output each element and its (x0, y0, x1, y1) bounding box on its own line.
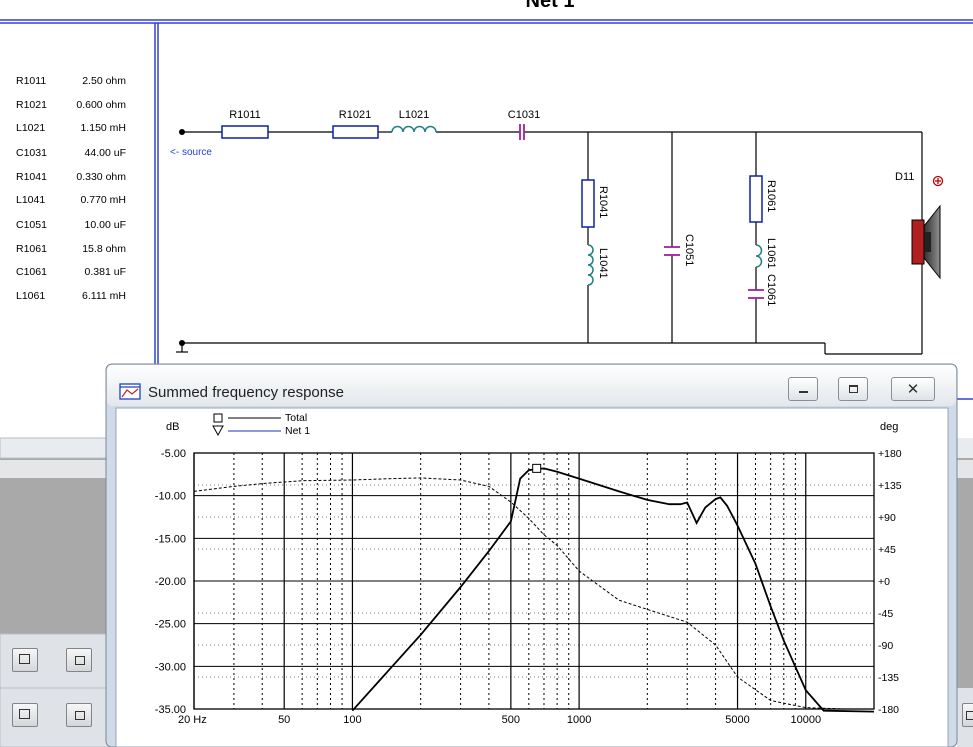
part-name: L1061 (16, 290, 45, 302)
restore-icon (19, 654, 30, 664)
legend-label-net1: Net 1 (285, 425, 310, 437)
schematic-wires (176, 131, 923, 355)
series-marker-total (532, 463, 542, 473)
part-value: 15.8 ohm (82, 243, 126, 255)
x-tick-label: 1000 (567, 714, 591, 726)
minimize-icon (799, 391, 808, 393)
legend-label-total: Total (285, 412, 307, 424)
part-value: 0.770 mH (80, 194, 126, 206)
part-name: C1051 (16, 219, 47, 231)
y-tick-label-left: -30.00 (155, 661, 186, 673)
y-tick-label-right: +90 (878, 512, 896, 524)
y-tick-label-right: +135 (878, 480, 902, 492)
x-tick-label: 20 Hz (178, 714, 207, 726)
x-tick-label: 5000 (725, 714, 749, 726)
label-l1041: L1041 (597, 248, 609, 279)
speaker-icon[interactable] (911, 204, 941, 280)
label-l1061: L1061 (765, 238, 777, 269)
label-r1021: R1021 (339, 109, 371, 121)
capacitor-c1061[interactable] (748, 289, 764, 299)
part-name: R1041 (16, 171, 47, 183)
y-tick-label-left: -20.00 (155, 576, 186, 588)
window-title: Summed frequency response (148, 384, 344, 401)
y-tick-label-right: -45 (878, 608, 893, 620)
y-axis-left-label: dB (166, 421, 179, 433)
label-r1041: R1041 (597, 186, 609, 218)
y-tick-label-right: +45 (878, 544, 896, 556)
x-tick-label: 50 (278, 714, 290, 726)
label-c1051: C1051 (683, 234, 695, 266)
positive-terminal-icon (932, 175, 944, 187)
maximize-icon (966, 711, 973, 720)
resistor-r1021[interactable] (332, 125, 379, 139)
part-value: 0.600 ohm (76, 99, 126, 111)
resistor-r1041[interactable] (581, 179, 595, 228)
part-name: R1061 (16, 243, 47, 255)
label-l1021: L1021 (399, 109, 430, 121)
part-value: 6.111 mH (82, 290, 126, 302)
part-value: 1.150 mH (80, 122, 126, 134)
maximize-icon (849, 385, 858, 393)
source-terminal-dot (179, 129, 185, 135)
maximize-button-3[interactable] (66, 703, 92, 727)
inductor-l1061[interactable] (755, 244, 763, 268)
part-name: L1021 (16, 122, 45, 134)
minimize-button[interactable] (788, 377, 818, 401)
chart-window-icon (119, 383, 141, 400)
restore-icon (19, 709, 30, 719)
part-name: R1021 (16, 99, 47, 111)
y-tick-label-left: -25.00 (155, 619, 186, 631)
y-tick-label-left: -10.00 (155, 491, 186, 503)
resistor-r1061[interactable] (749, 175, 763, 223)
part-value: 44.00 uF (85, 147, 126, 159)
part-list: R1011 2.50 ohm R1021 0.600 ohm L1021 1.150 … (16, 75, 126, 302)
label-c1031: C1031 (508, 109, 540, 121)
maximize-button[interactable] (838, 377, 868, 401)
x-tick-label: 500 (502, 714, 520, 726)
y-tick-label-right: -180 (878, 704, 899, 716)
y-tick-label-right: +180 (878, 448, 902, 460)
part-value: 0.381 uF (85, 266, 126, 278)
y-tick-label-left: -5.00 (161, 448, 186, 460)
maximize-icon (75, 656, 85, 665)
y-tick-label-right: -135 (878, 672, 899, 684)
part-value: 10.00 uF (85, 219, 126, 231)
label-c1061: C1061 (765, 274, 777, 306)
restore-button[interactable] (12, 648, 38, 672)
part-name: L1041 (16, 194, 45, 206)
maximize-button-2[interactable] (66, 648, 92, 672)
schematic-title: Net 1 (526, 0, 575, 12)
x-tick-label: 100 (343, 714, 361, 726)
label-r1011: R1011 (229, 109, 261, 121)
part-value: 2.50 ohm (82, 75, 126, 87)
part-value: 0.330 ohm (76, 171, 126, 183)
inductor-l1041[interactable] (587, 244, 594, 286)
close-button[interactable]: ✕ (891, 377, 935, 401)
part-name: C1031 (16, 147, 47, 159)
y-tick-label-right: +0 (878, 576, 890, 588)
capacitor-c1051[interactable] (664, 246, 680, 256)
y-axis-right-label: deg (880, 421, 898, 433)
y-tick-label-left: -15.00 (155, 533, 186, 545)
resistor-r1011[interactable] (221, 125, 269, 139)
y-tick-label-right: -90 (878, 640, 893, 652)
inductor-l1021[interactable] (391, 125, 437, 133)
close-icon: ✕ (906, 380, 920, 398)
restore-button-2[interactable] (12, 703, 38, 727)
source-label: <- source (170, 147, 212, 158)
label-d11: D11 (895, 171, 914, 183)
background-window-right (957, 438, 973, 747)
maximize-icon (75, 711, 85, 720)
part-name: C1061 (16, 266, 47, 278)
background-window-left (0, 437, 113, 747)
capacitor-c1031[interactable] (519, 124, 525, 140)
label-r1061: R1061 (765, 180, 777, 212)
ground-terminal-dot (179, 340, 185, 346)
maximize-button-4[interactable] (962, 703, 973, 727)
x-tick-label: 10000 (790, 714, 821, 726)
part-name: R1011 (16, 75, 46, 87)
